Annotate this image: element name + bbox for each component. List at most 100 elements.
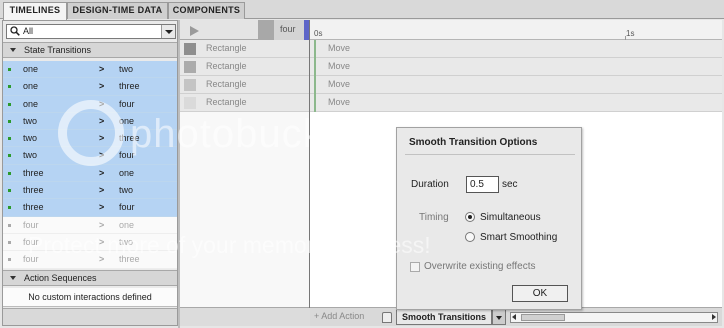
transition-arrow: >: [99, 115, 105, 126]
track-start-marker: [314, 58, 316, 76]
object-name: Rectangle: [206, 61, 247, 71]
transition-to: three: [119, 133, 140, 144]
scroll-right-icon[interactable]: [712, 314, 716, 320]
timeline-track[interactable]: Move: [310, 40, 722, 58]
scrollbar-thumb[interactable]: [521, 314, 565, 321]
smooth-transitions-button[interactable]: Smooth Transitions: [396, 309, 492, 325]
tab-design-time-data[interactable]: DESIGN-TIME DATA: [67, 2, 168, 19]
transition-to: three: [119, 254, 140, 265]
tab-components[interactable]: COMPONENTS: [168, 2, 245, 19]
smooth-transitions-dropdown[interactable]: [492, 309, 506, 325]
simultaneous-label[interactable]: Simultaneous: [480, 212, 541, 223]
ruler-end-label: 1s: [626, 29, 635, 38]
transition-row[interactable]: one > three: [3, 78, 177, 96]
transition-arrow: >: [99, 167, 105, 178]
timeline-track[interactable]: Move: [310, 58, 722, 76]
state-dot-icon: [8, 85, 11, 89]
chevron-down-icon[interactable]: [161, 25, 175, 38]
timeline-track[interactable]: Move: [310, 94, 722, 112]
duration-input[interactable]: 0.5: [466, 176, 499, 193]
transition-row[interactable]: one > two: [3, 61, 177, 79]
transition-arrow: >: [99, 202, 105, 213]
transition-row[interactable]: two > one: [3, 112, 177, 131]
object-swatch: [184, 97, 196, 109]
state-dot-icon: [8, 223, 11, 227]
add-action-button[interactable]: + Add Action: [314, 311, 364, 321]
left-panel-footer: [3, 308, 177, 325]
ok-button[interactable]: OK: [512, 285, 568, 302]
state-transitions-title: State Transitions: [24, 45, 92, 55]
timeline-scrollbar[interactable]: [510, 312, 718, 323]
transition-arrow: >: [99, 254, 105, 265]
transition-arrow: >: [99, 98, 105, 109]
transition-from: one: [23, 81, 39, 92]
duration-label: Duration: [411, 179, 449, 190]
track-start-marker: [314, 94, 316, 112]
transition-to: two: [119, 185, 134, 196]
state-dot-icon: [8, 154, 11, 158]
transition-row[interactable]: three > two: [3, 182, 177, 200]
action-label: Move: [328, 43, 351, 53]
transition-row[interactable]: four > three: [3, 251, 177, 269]
object-name: Rectangle: [206, 43, 247, 53]
action-label: Move: [328, 97, 351, 107]
search-icon: [10, 26, 20, 36]
transitions-panel: All State Transitions one > two one > three on…: [2, 20, 178, 326]
object-row[interactable]: Rectangle: [180, 94, 310, 112]
timing-label: Timing: [419, 212, 449, 223]
transition-arrow: >: [99, 64, 105, 74]
smooth-transition-options-dialog: Smooth Transition Options Duration 0.5 s…: [396, 127, 582, 310]
transition-to: one: [119, 115, 135, 126]
overwrite-label[interactable]: Overwrite existing effects: [424, 261, 536, 272]
transition-row[interactable]: two > four: [3, 147, 177, 165]
track-start-marker: [314, 76, 316, 94]
divider: [405, 154, 575, 155]
action-sequences-header[interactable]: Action Sequences: [3, 270, 177, 286]
smart-smoothing-radio[interactable]: [465, 232, 475, 242]
transition-to: four: [119, 150, 135, 161]
transition-row[interactable]: four > one: [3, 216, 177, 234]
smart-smoothing-label[interactable]: Smart Smoothing: [480, 232, 557, 243]
state-chip: four: [258, 20, 310, 40]
object-row[interactable]: Rectangle: [180, 76, 310, 94]
dialog-title: Smooth Transition Options: [409, 137, 538, 148]
transition-row[interactable]: three > one: [3, 164, 177, 183]
state-dot-icon: [8, 119, 11, 123]
tab-timelines[interactable]: TIMELINES: [3, 2, 67, 20]
state-dot-icon: [8, 206, 11, 210]
delete-icon[interactable]: [382, 312, 392, 323]
state-dot-icon: [8, 258, 11, 262]
object-swatch: [184, 61, 196, 73]
object-name: Rectangle: [206, 79, 247, 89]
action-sequences-title: Action Sequences: [24, 273, 97, 283]
overwrite-checkbox[interactable]: [410, 262, 420, 272]
duration-unit: sec: [502, 179, 518, 190]
transition-to: four: [119, 98, 135, 109]
transition-row[interactable]: one > four: [3, 95, 177, 113]
play-icon[interactable]: [190, 26, 199, 36]
transition-to: one: [119, 167, 135, 178]
transition-from: three: [23, 185, 44, 196]
transition-row[interactable]: two > three: [3, 130, 177, 148]
transition-arrow: >: [99, 236, 105, 247]
state-transitions-header[interactable]: State Transitions: [3, 42, 177, 58]
object-row[interactable]: Rectangle: [180, 40, 310, 58]
simultaneous-radio[interactable]: [465, 212, 475, 222]
object-swatch: [184, 43, 196, 55]
transition-from: two: [23, 150, 38, 161]
object-list-footer: [180, 307, 310, 326]
state-filter-value: All: [23, 26, 34, 36]
transition-from: three: [23, 202, 44, 213]
timeline-ruler[interactable]: [310, 20, 722, 40]
timeline-track[interactable]: Move: [310, 76, 722, 94]
transition-to: three: [119, 81, 140, 92]
transition-row[interactable]: four > two: [3, 233, 177, 252]
transition-from: four: [23, 236, 39, 247]
scroll-left-icon[interactable]: [512, 314, 516, 320]
transition-row[interactable]: three > four: [3, 199, 177, 217]
action-label: Move: [328, 79, 351, 89]
state-filter-combobox[interactable]: All: [6, 24, 176, 39]
object-list-empty: [180, 112, 310, 308]
object-row[interactable]: Rectangle: [180, 58, 310, 76]
object-name: Rectangle: [206, 97, 247, 107]
